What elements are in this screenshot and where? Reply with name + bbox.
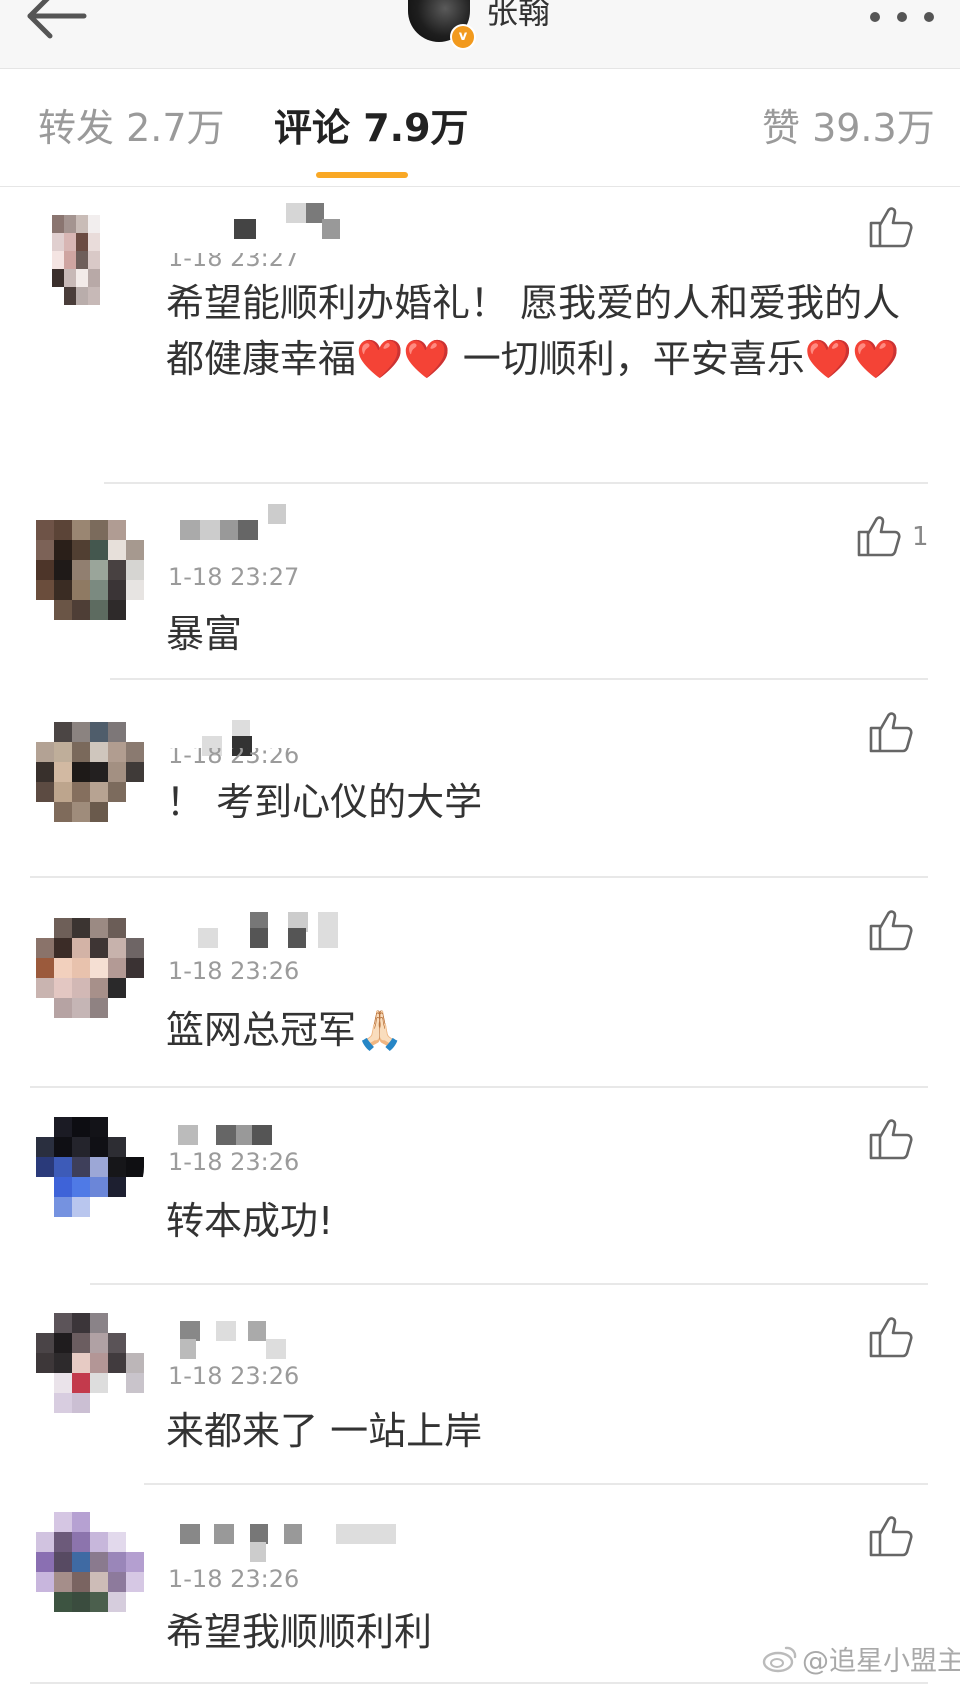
username-redacted[interactable] [168, 504, 408, 550]
thumbs-up-icon [857, 516, 901, 557]
thumbs-up-icon [869, 207, 913, 248]
comment-timestamp: 1-18 23:26 [168, 957, 300, 985]
arrow-left-icon [27, 0, 87, 39]
ellipsis-dot [897, 12, 907, 22]
watermark-text: @追星小盟主 [802, 1646, 960, 1677]
like-button[interactable] [868, 205, 928, 253]
comment-timestamp: 1-18 23:26 [168, 1148, 300, 1176]
divider [104, 482, 928, 484]
back-button[interactable] [20, 0, 100, 48]
thumbs-up-icon [869, 712, 913, 753]
verified-badge-icon: v [450, 24, 476, 50]
divider [30, 876, 928, 878]
username-redacted[interactable] [168, 912, 408, 950]
like-button[interactable] [856, 514, 916, 562]
comment-timestamp: 1-18 23:27 [168, 563, 300, 591]
comment-text: 暴富 [166, 612, 243, 656]
thumbs-up-icon [869, 1119, 913, 1160]
tab-comments[interactable]: 评论 7.9万 [274, 103, 469, 153]
weibo-logo-icon [762, 1646, 797, 1673]
like-button[interactable] [868, 710, 928, 758]
thumbs-up-icon [869, 1317, 913, 1358]
tab-likes[interactable]: 赞 39.3万 [762, 103, 935, 153]
comment-text: 来都来了 一站上岸 [166, 1409, 483, 1453]
username-redacted[interactable] [168, 1321, 408, 1359]
top-app-bar: v 张翰 [0, 0, 960, 69]
comment-text: 篮网总冠军🙏🏻 [166, 1008, 404, 1052]
avatar[interactable] [36, 918, 144, 1018]
divider [30, 1086, 928, 1088]
page-title: 张翰 [486, 0, 551, 31]
like-button[interactable] [868, 1514, 928, 1562]
avatar[interactable] [36, 722, 144, 822]
avatar[interactable] [36, 1512, 144, 1612]
avatar[interactable] [36, 520, 144, 620]
thumbs-up-icon [869, 910, 913, 951]
username-redacted[interactable] [168, 1524, 408, 1562]
like-button[interactable] [868, 1117, 928, 1165]
comment-timestamp: 1-18 23:26 [168, 1362, 300, 1390]
ellipsis-icon [870, 12, 880, 22]
more-options-button[interactable] [868, 6, 940, 28]
avatar[interactable] [52, 215, 124, 305]
active-tab-indicator [316, 172, 408, 178]
divider [30, 1682, 928, 1684]
like-button[interactable] [868, 1315, 928, 1363]
thumbs-up-icon [869, 1516, 913, 1557]
comment-text: 转本成功! [166, 1199, 334, 1243]
comment-text: 希望能顺利办婚礼！ 愿我爱的人和爱我的人都健康幸福❤️❤️ 一切顺利，平安喜乐❤… [166, 281, 901, 381]
username-redacted[interactable] [168, 716, 408, 756]
ellipsis-dot [924, 12, 934, 22]
like-count: 1 [912, 522, 929, 552]
comment-text: ！ 考到心仪的大学 [166, 780, 483, 824]
tab-reposts[interactable]: 转发 2.7万 [38, 103, 225, 153]
like-button[interactable] [868, 908, 928, 956]
divider [110, 678, 928, 680]
comment-timestamp: 1-18 23:26 [168, 1565, 300, 1593]
divider [90, 1283, 928, 1285]
username-redacted[interactable] [168, 203, 408, 253]
divider [144, 1483, 928, 1485]
avatar[interactable] [36, 1313, 144, 1413]
tab-bar: 转发 2.7万 评论 7.9万 赞 39.3万 [0, 69, 960, 187]
avatar[interactable] [36, 1117, 144, 1217]
